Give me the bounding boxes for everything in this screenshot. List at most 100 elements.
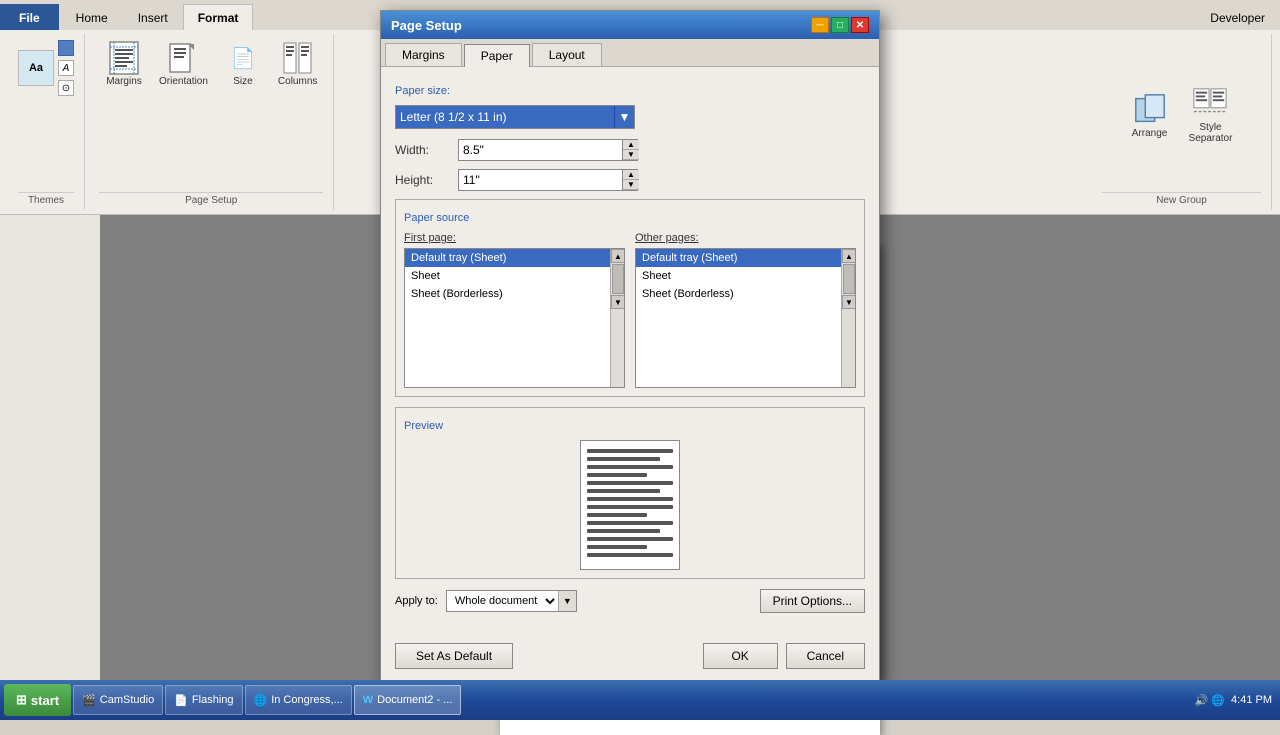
arrange-icon (1132, 92, 1168, 128)
height-input[interactable] (459, 171, 622, 189)
first-page-item-1[interactable]: Sheet (405, 267, 624, 285)
columns-button[interactable]: Columns (272, 38, 323, 89)
taskbar-word[interactable]: W Document2 - ... (354, 685, 462, 715)
apply-to-select[interactable]: Whole document This section Selected tex… (446, 590, 577, 612)
dialog-tab-bar: Margins Paper Layout (381, 39, 879, 66)
page-setup-group: Margins Orientation (89, 34, 334, 210)
minimize-button[interactable]: ─ (811, 17, 829, 33)
apply-arrow-icon: ▼ (558, 591, 576, 611)
other-scroll-down-button[interactable]: ▼ (842, 295, 856, 309)
tab-layout[interactable]: Layout (532, 43, 602, 66)
orientation-label: Orientation (159, 76, 208, 87)
taskbar-browser[interactable]: 🌐 In Congress,... (245, 685, 352, 715)
close-button[interactable]: ✕ (851, 17, 869, 33)
preview-line-5 (587, 481, 673, 485)
margins-button[interactable]: Margins (99, 38, 149, 89)
width-input-group: ▲ ▼ (458, 139, 638, 161)
columns-label: Columns (278, 76, 317, 87)
tab-file[interactable]: File (0, 4, 59, 30)
print-options-button[interactable]: Print Options... (760, 589, 865, 613)
arrange-label: Arrange (1132, 128, 1168, 139)
other-pages-label: Other pages: (635, 232, 856, 244)
first-page-list[interactable]: Default tray (Sheet) Sheet Sheet (Border… (404, 248, 625, 388)
arrange-button[interactable]: Arrange (1125, 90, 1175, 141)
style-separator-label: Style Separator (1189, 122, 1233, 144)
apply-to-dropdown[interactable]: Whole document This section Selected tex… (447, 592, 558, 610)
footer-right: OK Cancel (703, 643, 865, 669)
style-separator-icon (1192, 86, 1228, 122)
style-separator-button[interactable]: Style Separator (1183, 84, 1239, 146)
first-page-label: First page: (404, 232, 625, 244)
other-scrollbar-thumb (843, 264, 855, 294)
other-scroll-up-button[interactable]: ▲ (842, 249, 856, 263)
paper-source-section: Paper source First page: Default tray (S… (395, 199, 865, 397)
height-spinner: ▲ ▼ (622, 170, 639, 190)
preview-section: Preview (395, 407, 865, 579)
first-page-scrollbar[interactable]: ▲ ▼ (610, 249, 624, 387)
height-label: Height: (395, 173, 450, 187)
other-page-item-0[interactable]: Default tray (Sheet) (636, 249, 855, 267)
other-pages-list[interactable]: Default tray (Sheet) Sheet Sheet (Border… (635, 248, 856, 388)
new-group-label: New Group (1102, 192, 1261, 206)
width-input[interactable] (459, 141, 622, 159)
size-button[interactable]: 📄 Size (218, 38, 268, 89)
tab-format[interactable]: Format (183, 4, 254, 30)
paper-size-arrow[interactable]: ▼ (614, 106, 634, 128)
height-up-button[interactable]: ▲ (623, 170, 639, 180)
preview-line-12 (587, 537, 673, 541)
taskbar-camstudio[interactable]: 🎬 CamStudio (73, 685, 163, 715)
taskbar-flashing[interactable]: 📄 Flashing (165, 685, 242, 715)
paper-size-label: Paper size: (395, 85, 865, 97)
set-as-default-button[interactable]: Set As Default (395, 643, 513, 669)
scroll-down-button[interactable]: ▼ (611, 295, 625, 309)
width-down-button[interactable]: ▼ (623, 150, 639, 160)
ok-button[interactable]: OK (703, 643, 778, 669)
orientation-icon (165, 40, 201, 76)
height-down-button[interactable]: ▼ (623, 180, 639, 190)
cancel-button[interactable]: Cancel (786, 643, 865, 669)
scroll-up-button[interactable]: ▲ (611, 249, 625, 263)
tab-home[interactable]: Home (61, 4, 123, 30)
preview-line-6 (587, 489, 660, 493)
themes-group: Aa A ⊙ Themes (8, 34, 85, 210)
clock: 4:41 PM (1231, 694, 1272, 706)
maximize-button[interactable]: □ (831, 17, 849, 33)
tab-developer[interactable]: Developer (1195, 4, 1280, 30)
theme-font-icon: A (58, 60, 74, 76)
other-pages-col: Other pages: Default tray (Sheet) Sheet … (635, 232, 856, 388)
themes-group-label: Themes (18, 192, 74, 206)
flashing-label: Flashing (192, 694, 234, 706)
preview-label: Preview (404, 420, 856, 432)
paper-size-select[interactable]: Letter (8 1/2 x 11 in) ▼ (395, 105, 635, 129)
camstudio-label: CamStudio (100, 694, 154, 706)
preview-line-10 (587, 521, 673, 525)
preview-line-8 (587, 505, 673, 509)
dialog-titlebar: Page Setup ─ □ ✕ (381, 11, 879, 39)
first-page-item-2[interactable]: Sheet (Borderless) (405, 285, 624, 303)
first-page-item-0[interactable]: Default tray (Sheet) (405, 249, 624, 267)
preview-line-13 (587, 545, 647, 549)
other-page-item-1[interactable]: Sheet (636, 267, 855, 285)
tab-paper[interactable]: Paper (464, 44, 530, 67)
width-label: Width: (395, 143, 450, 157)
other-page-item-2[interactable]: Sheet (Borderless) (636, 285, 855, 303)
preview-line-9 (587, 513, 647, 517)
scrollbar-track (611, 264, 624, 294)
width-up-button[interactable]: ▲ (623, 140, 639, 150)
start-button[interactable]: ⊞ start (4, 684, 71, 716)
tab-insert[interactable]: Insert (123, 4, 183, 30)
orientation-button[interactable]: Orientation (153, 38, 214, 89)
paper-source-label: Paper source (404, 212, 856, 224)
bottom-controls: Apply to: Whole document This section Se… (395, 589, 865, 613)
height-input-group: ▲ ▼ (458, 169, 638, 191)
height-row: Height: ▲ ▼ (395, 169, 865, 191)
theme-aa-icon[interactable]: Aa (18, 50, 54, 86)
columns-icon (280, 40, 316, 76)
tab-margins[interactable]: Margins (385, 43, 462, 66)
margins-label: Margins (106, 76, 142, 87)
theme-color-icon (58, 40, 74, 56)
preview-line-1 (587, 449, 673, 453)
source-columns: First page: Default tray (Sheet) Sheet S… (404, 232, 856, 388)
other-pages-scrollbar[interactable]: ▲ ▼ (841, 249, 855, 387)
notification-area: 🔊 🌐 (1195, 694, 1225, 707)
